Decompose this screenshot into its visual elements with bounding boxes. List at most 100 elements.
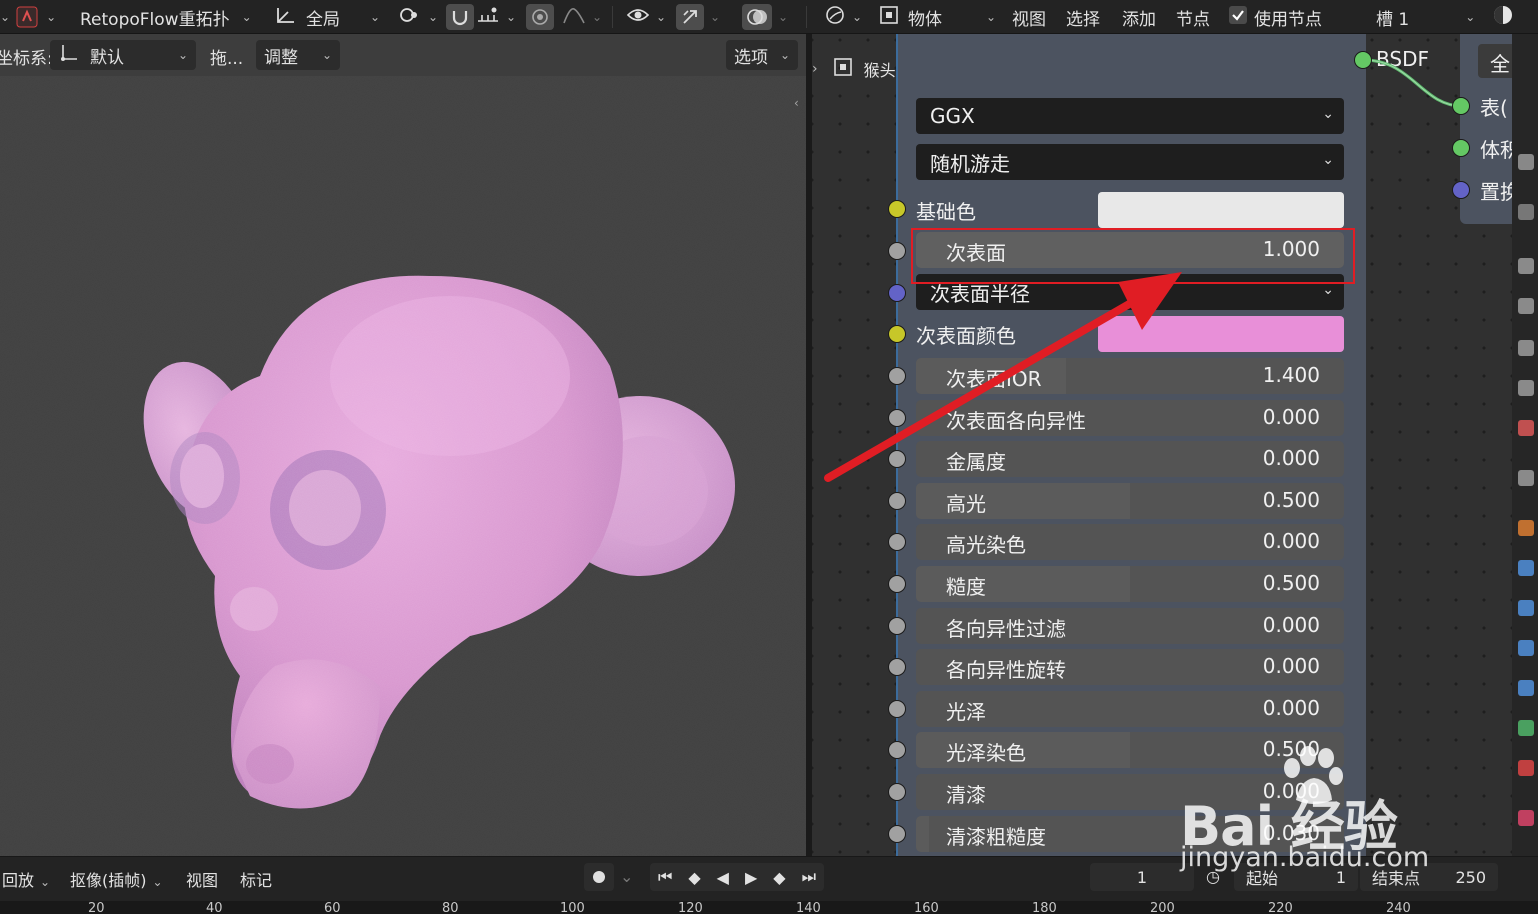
select-menu[interactable]: 选择 bbox=[1066, 4, 1100, 30]
tool-tab-icon[interactable] bbox=[1518, 560, 1534, 576]
transform-orientation-dropdown[interactable]: 全局 ⌄ bbox=[274, 4, 380, 30]
tool-tab-icon[interactable] bbox=[1518, 204, 1534, 220]
tool-tab-icon[interactable] bbox=[1518, 470, 1534, 486]
tool-tab-icon[interactable] bbox=[1518, 298, 1534, 314]
visibility-dropdown[interactable]: ⌄ bbox=[626, 4, 666, 30]
falloff-dropdown[interactable]: ⌄ bbox=[562, 4, 602, 30]
chevron-down-icon[interactable]: ⌄ bbox=[620, 867, 633, 886]
parameter-slider[interactable]: 各向异性旋转 0.000 bbox=[916, 649, 1344, 685]
subsurface-color-swatch[interactable] bbox=[1098, 316, 1344, 352]
editor-type-dropdown[interactable]: ⌄ ⌄ bbox=[0, 4, 56, 30]
shader-type-dropdown[interactable]: ⌄ bbox=[824, 4, 862, 30]
tool-tab-icon[interactable] bbox=[1518, 810, 1534, 826]
parameter-slider[interactable]: 高光 0.500 bbox=[916, 483, 1344, 519]
retopoflow-menu[interactable]: RetopoFlow重拓扑 ⌄ bbox=[80, 4, 252, 30]
adjust-dropdown[interactable]: 调整 ⌄ bbox=[256, 40, 340, 70]
tool-tab-icon[interactable] bbox=[1518, 600, 1534, 616]
parameter-slider[interactable]: 次表面各向异性 0.000 bbox=[916, 400, 1344, 436]
overlay-toggle[interactable]: ⌄ bbox=[742, 4, 788, 30]
keying-menu[interactable]: 抠像(插帧) ⌄ bbox=[70, 867, 163, 891]
base-color-swatch[interactable] bbox=[1098, 192, 1344, 228]
input-socket[interactable] bbox=[888, 367, 906, 385]
snap-toggle[interactable] bbox=[446, 4, 474, 30]
slider-value: 0.500 bbox=[1262, 737, 1320, 761]
input-socket[interactable] bbox=[888, 450, 906, 468]
parameter-slider[interactable]: 各向异性过滤 0.000 bbox=[916, 608, 1344, 644]
parameter-slider[interactable]: 金属度 0.000 bbox=[916, 441, 1344, 477]
tool-tab-icon[interactable] bbox=[1518, 340, 1534, 356]
gizmo-toggle[interactable]: ⌄ bbox=[676, 4, 720, 30]
parameter-slider[interactable]: 光泽染色 0.500 bbox=[916, 732, 1344, 768]
input-socket[interactable] bbox=[888, 533, 906, 551]
surface-input-socket[interactable] bbox=[1452, 97, 1470, 115]
material-preview-button[interactable] bbox=[1492, 4, 1514, 30]
node-menu[interactable]: 节点 bbox=[1176, 4, 1210, 30]
shader-node-editor[interactable]: › 猴头 › 猴头 › 材质 BSDF 全 bbox=[812, 34, 1512, 856]
tool-tab-icon[interactable] bbox=[1518, 760, 1534, 776]
next-keyframe-icon[interactable]: ◆ bbox=[773, 868, 785, 887]
tool-tab-icon[interactable] bbox=[1518, 520, 1534, 536]
end-frame-field[interactable]: 结束点 250 bbox=[1360, 863, 1498, 891]
input-socket[interactable] bbox=[888, 492, 906, 510]
parameter-slider[interactable]: 清漆 0.000 bbox=[916, 774, 1344, 810]
tool-tab-icon[interactable] bbox=[1518, 380, 1534, 396]
playback-menu[interactable]: 回放 ⌄ bbox=[2, 867, 50, 891]
parameter-slider[interactable]: 高光染色 0.000 bbox=[916, 524, 1344, 560]
prev-keyframe-icon[interactable]: ◆ bbox=[688, 868, 700, 887]
slider-value: 0.000 bbox=[1262, 654, 1320, 678]
volume-input-socket[interactable] bbox=[1452, 139, 1470, 157]
input-socket[interactable] bbox=[888, 783, 906, 801]
proportional-edit-toggle[interactable] bbox=[526, 4, 554, 30]
subsurface-color-socket[interactable] bbox=[888, 325, 906, 343]
jump-start-icon[interactable]: ⏮ bbox=[658, 867, 672, 887]
tool-tab-icon[interactable] bbox=[1518, 720, 1534, 736]
input-socket[interactable] bbox=[888, 741, 906, 759]
play-icon[interactable]: ▶ bbox=[745, 868, 757, 887]
slot-dropdown[interactable]: 槽 1 ⌄ bbox=[1376, 4, 1475, 30]
parameter-slider[interactable]: 光泽 0.000 bbox=[916, 691, 1344, 727]
input-socket[interactable] bbox=[888, 575, 906, 593]
output-target-dropdown[interactable]: 全 bbox=[1478, 44, 1512, 78]
timeline-view-menu[interactable]: 视图 bbox=[186, 867, 218, 891]
subsurface-radius-socket[interactable] bbox=[888, 284, 906, 302]
input-socket[interactable] bbox=[888, 825, 906, 843]
slider-value: 0.000 bbox=[1262, 529, 1320, 553]
subsurface-method-dropdown[interactable]: 随机游走 ⌄ bbox=[916, 144, 1344, 180]
parameter-slider[interactable]: 糙度 0.500 bbox=[916, 566, 1344, 602]
add-menu[interactable]: 添加 bbox=[1122, 4, 1156, 30]
input-socket[interactable] bbox=[888, 658, 906, 676]
input-socket[interactable] bbox=[888, 700, 906, 718]
pivot-dropdown[interactable]: ⌄ bbox=[398, 4, 438, 30]
tool-tab-icon[interactable] bbox=[1518, 680, 1534, 696]
snap-target-dropdown[interactable]: ⌄ bbox=[476, 4, 516, 30]
3d-viewport[interactable]: 坐标系: 默认 ⌄ 拖... 调整 ⌄ 选项 ⌄ ‹ bbox=[0, 34, 806, 856]
tool-tab-icon[interactable] bbox=[1518, 154, 1534, 170]
distribution-dropdown[interactable]: GGX ⌄ bbox=[916, 98, 1344, 134]
input-socket[interactable] bbox=[888, 617, 906, 635]
start-frame-field[interactable]: 起始 1 bbox=[1234, 863, 1358, 891]
displacement-input-socket[interactable] bbox=[1452, 181, 1470, 199]
play-reverse-icon[interactable]: ◀ bbox=[717, 868, 729, 887]
options-dropdown[interactable]: 选项 ⌄ bbox=[726, 40, 798, 70]
input-socket[interactable] bbox=[888, 409, 906, 427]
object-menu[interactable]: 物体 ⌄ bbox=[878, 4, 996, 30]
tool-tab-icon[interactable] bbox=[1518, 640, 1534, 656]
drag-dropdown[interactable]: 拖... bbox=[210, 44, 243, 69]
sidebar-tabs[interactable] bbox=[1512, 34, 1538, 856]
subsurface-socket[interactable] bbox=[888, 242, 906, 260]
use-nodes-toggle[interactable]: 使用节点 bbox=[1228, 4, 1322, 30]
clock-icon[interactable]: ◷ bbox=[1206, 867, 1220, 886]
parameter-slider[interactable]: 次表面IOR 1.400 bbox=[916, 358, 1344, 394]
parameter-slider[interactable]: 清漆粗糙度 0.030 bbox=[916, 816, 1344, 852]
view-menu[interactable]: 视图 bbox=[1012, 4, 1046, 30]
record-button[interactable] bbox=[584, 863, 614, 891]
base-color-socket[interactable] bbox=[888, 200, 906, 218]
tool-tab-icon[interactable] bbox=[1518, 420, 1534, 436]
tool-tab-icon[interactable] bbox=[1518, 258, 1534, 274]
coord-system-dropdown[interactable]: 默认 ⌄ bbox=[50, 40, 196, 70]
marker-menu[interactable]: 标记 bbox=[240, 867, 272, 891]
current-frame-field[interactable]: 1 bbox=[1090, 863, 1194, 891]
bsdf-output-socket[interactable] bbox=[1354, 51, 1372, 69]
frame-ruler[interactable]: 20 40 60 80 100 120 140 160 180 200 220 240 bbox=[0, 901, 1538, 914]
jump-end-icon[interactable]: ⏭ bbox=[802, 867, 816, 887]
